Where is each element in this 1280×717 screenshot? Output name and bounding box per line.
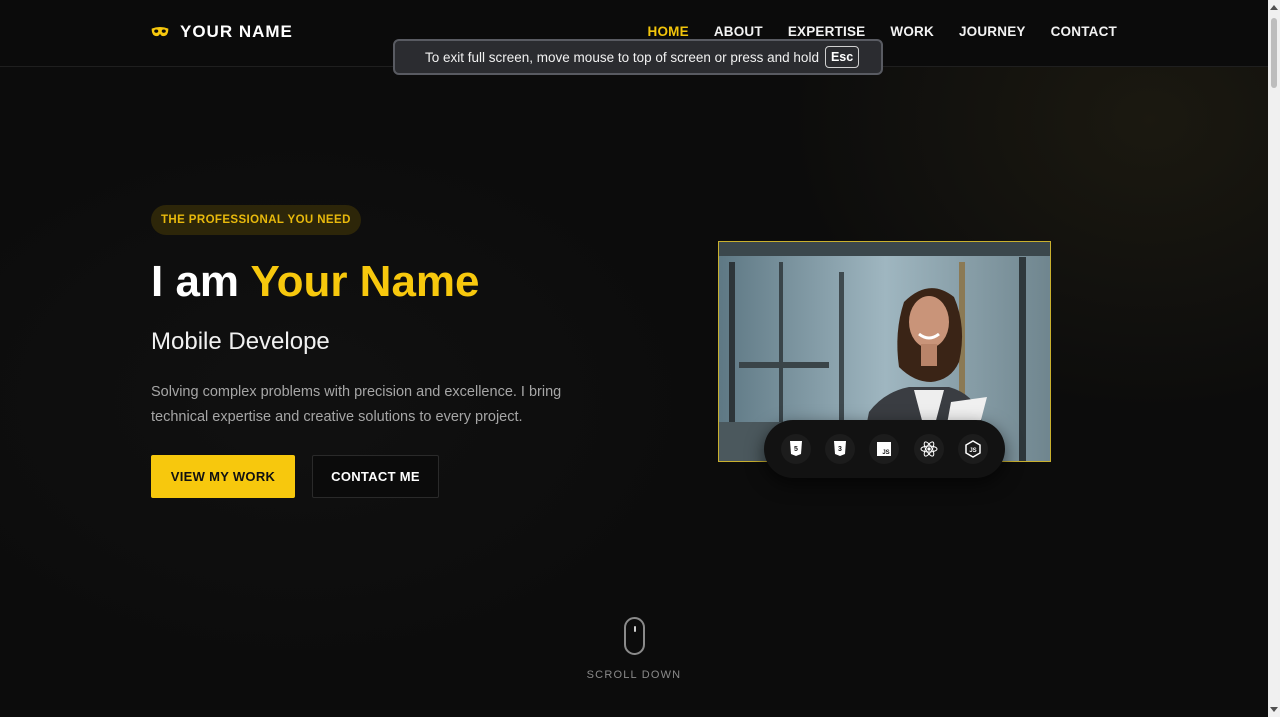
nav-expertise[interactable]: EXPERTISE [788,24,866,39]
react-icon [913,434,944,464]
mask-icon [151,27,169,37]
svg-text:JS: JS [969,448,976,454]
scroll-down-arrow-icon[interactable] [1270,707,1278,712]
fullscreen-notice: To exit full screen, move mouse to top o… [393,39,883,75]
nodejs-icon: JS [957,434,988,464]
svg-text:3: 3 [838,446,842,453]
hero-description: Solving complex problems with precision … [151,384,562,425]
view-work-button[interactable]: VIEW MY WORK [151,455,295,498]
brand-name: YOUR NAME [180,22,293,41]
javascript-icon: JS [869,434,900,464]
html5-icon: 5 [781,434,812,464]
nav-work[interactable]: WORK [890,24,934,39]
scroll-down-label: SCROLL DOWN [586,669,682,681]
logo[interactable]: YOUR NAME [150,22,293,42]
mouse-wheel [634,626,636,632]
hero-role: Mobile Develope [151,328,330,355]
tech-stack-bar: 5 3 JS JS [764,420,1005,478]
esc-key: Esc [824,46,860,68]
contact-me-button[interactable]: CONTACT ME [312,455,439,498]
hero-title-name: Your Name [250,257,480,306]
scroll-up-arrow-icon[interactable] [1270,5,1278,10]
main-nav: HOME ABOUT EXPERTISE WORK JOURNEY CONTAC… [648,24,1118,39]
hero-title-prefix: I am [151,257,240,306]
nav-about[interactable]: ABOUT [714,24,763,39]
page-scrollbar[interactable] [1268,0,1280,717]
scroll-mouse-icon[interactable] [624,617,645,655]
nav-home[interactable]: HOME [648,24,689,39]
css3-icon: 3 [825,434,856,464]
svg-text:5: 5 [794,446,798,453]
scrollbar-thumb[interactable] [1271,18,1277,88]
nav-contact[interactable]: CONTACT [1051,24,1117,39]
background-glow [0,0,1280,717]
fullscreen-notice-text: To exit full screen, move mouse to top o… [425,49,819,65]
nav-journey[interactable]: JOURNEY [959,24,1026,39]
hero-badge: THE PROFESSIONAL YOU NEED [151,205,361,235]
svg-text:JS: JS [883,450,890,456]
hero-title: I am Your Name [151,254,480,310]
